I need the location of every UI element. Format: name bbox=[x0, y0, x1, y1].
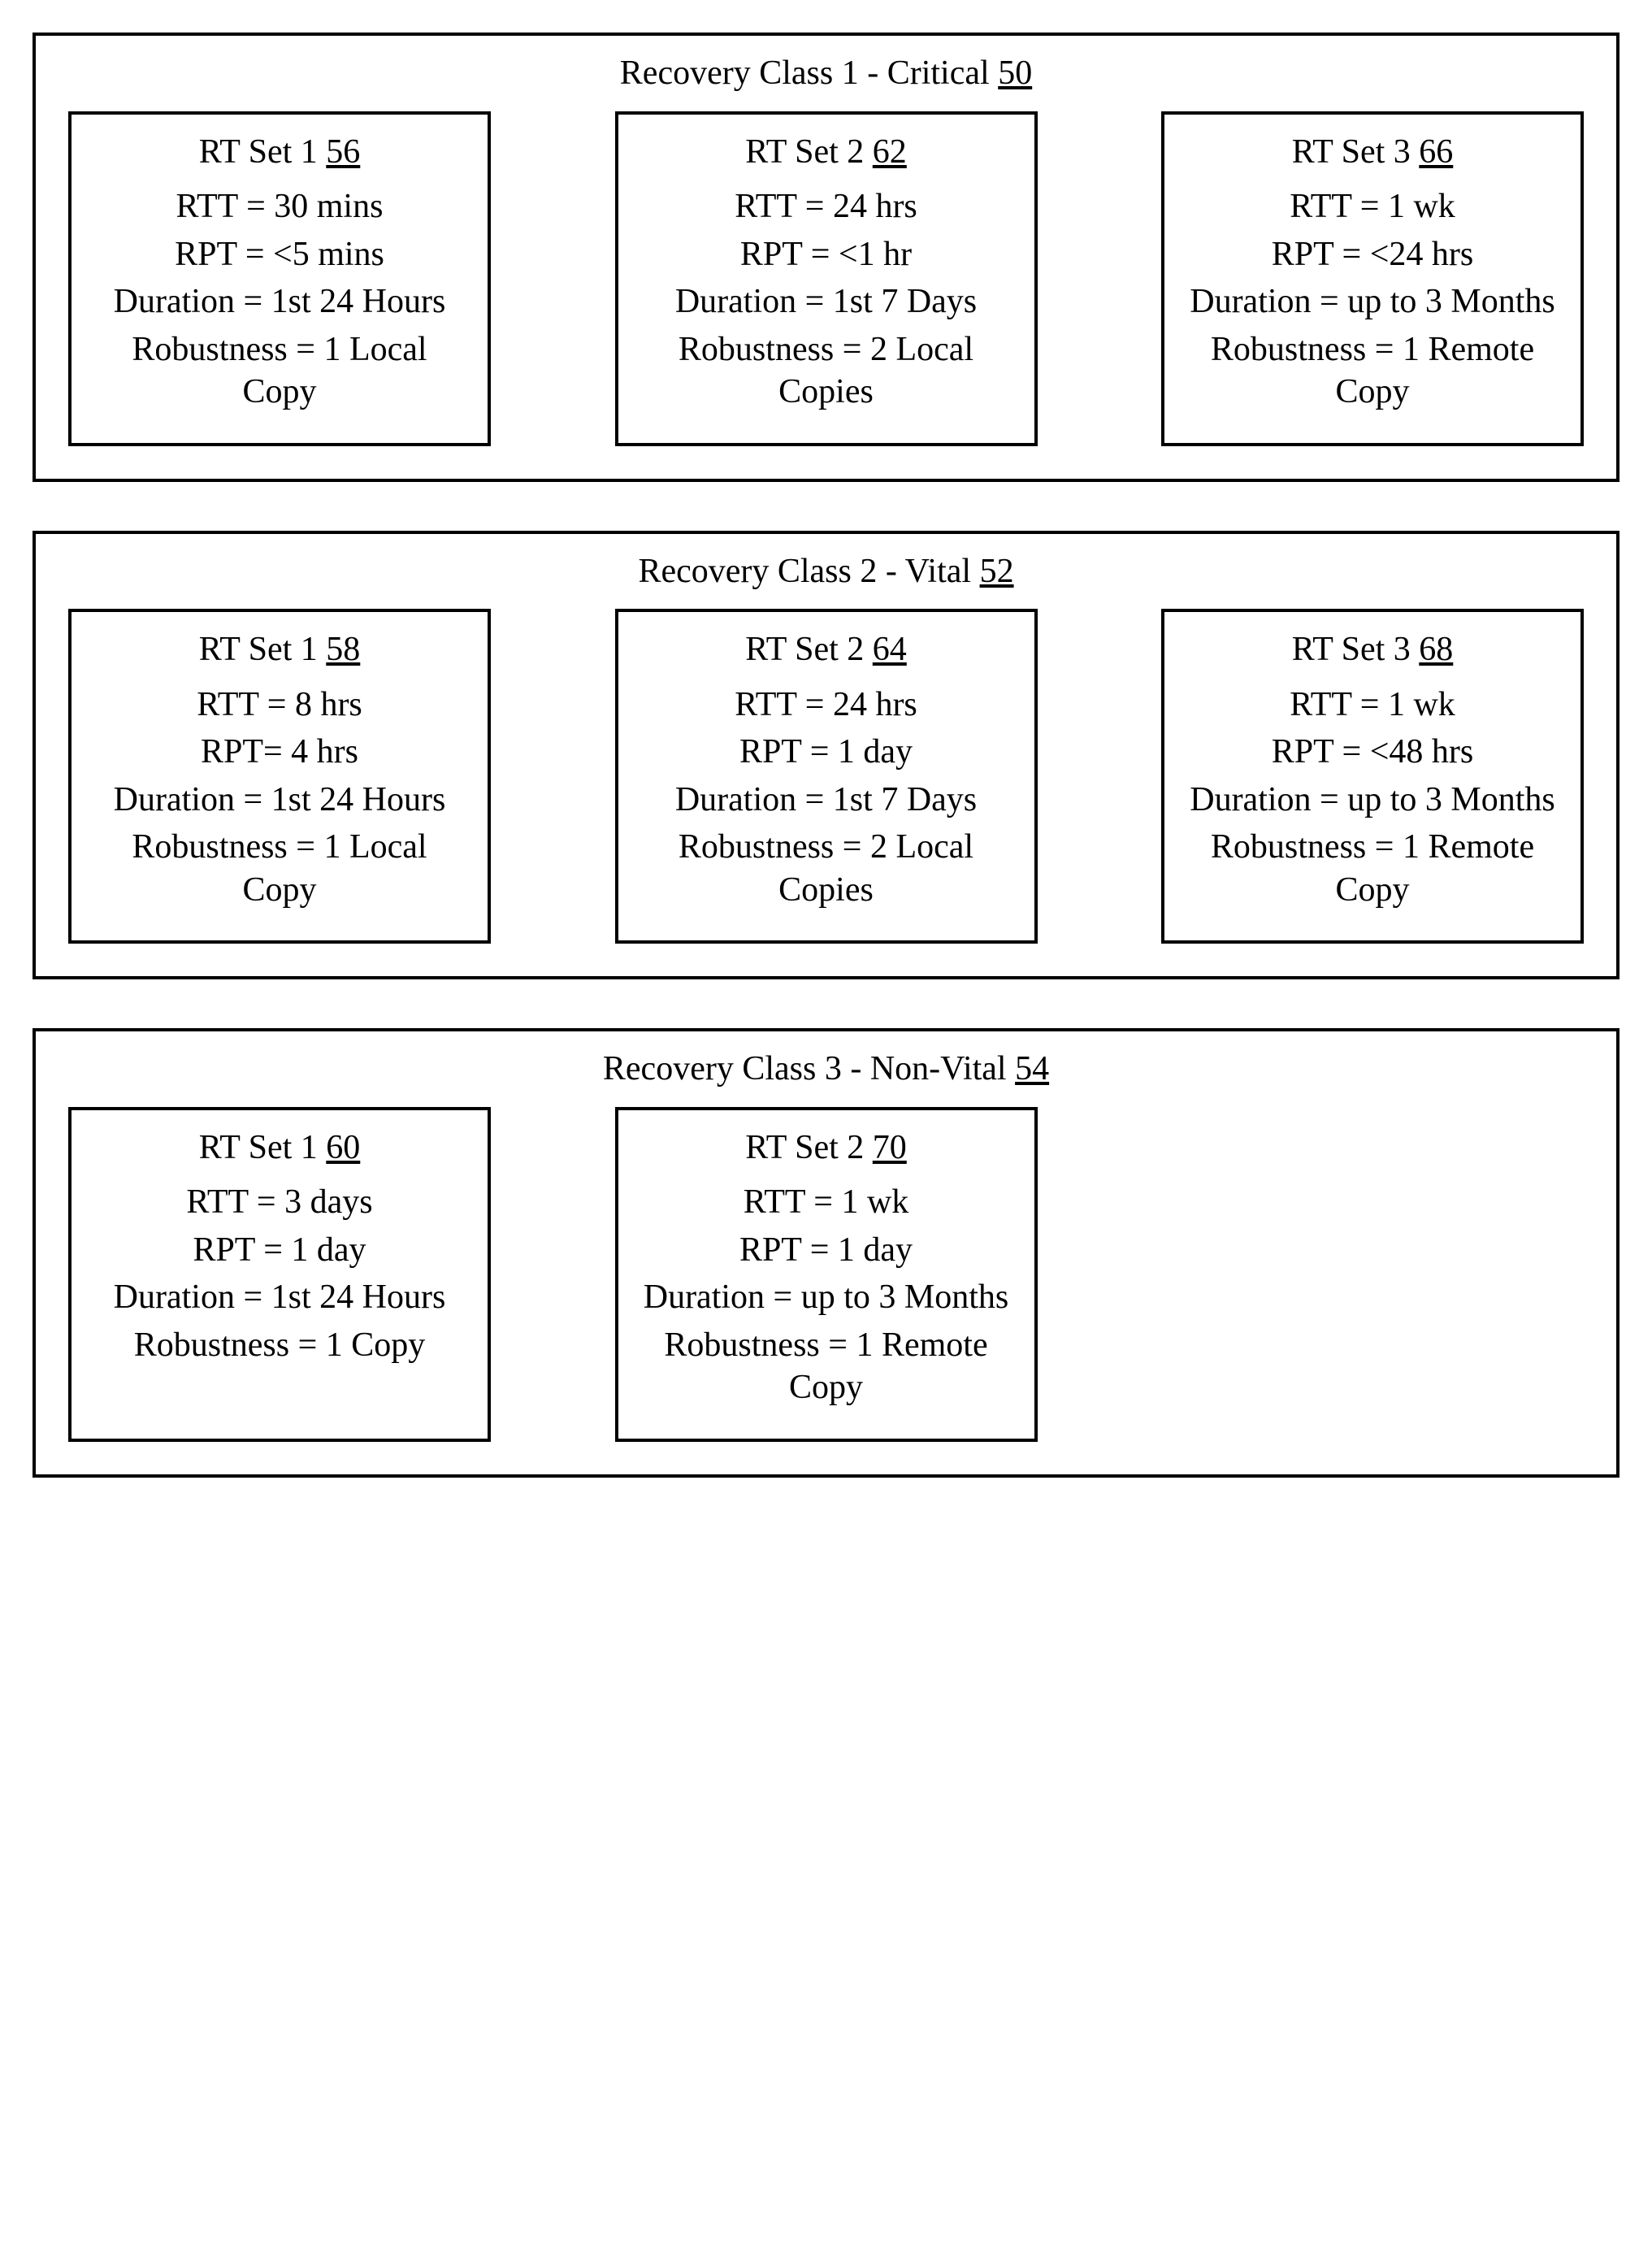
set-title-text: RT Set 2 bbox=[745, 631, 873, 668]
rtt-value: RTT = 24 hrs bbox=[643, 185, 1010, 228]
rtt-value: RTT = 1 wk bbox=[643, 1181, 1010, 1224]
set-title-text: RT Set 1 bbox=[199, 133, 327, 171]
set-title: RT Set 2 70 bbox=[643, 1126, 1010, 1170]
recovery-class-3: Recovery Class 3 - Non-Vital 54 RT Set 1… bbox=[33, 1028, 1619, 1478]
set-title-ref: 56 bbox=[326, 133, 360, 171]
class-title-ref: 52 bbox=[980, 553, 1014, 590]
robustness-value: Robustness = 1 Local Copy bbox=[96, 826, 463, 911]
empty-slot bbox=[1161, 1107, 1584, 1442]
set-title-ref: 64 bbox=[873, 631, 907, 668]
duration-value: Duration = 1st 24 Hours bbox=[96, 1276, 463, 1319]
robustness-value: Robustness = 1 Remote Copy bbox=[643, 1324, 1010, 1409]
class-title-ref: 50 bbox=[998, 54, 1032, 92]
class-title-text: Recovery Class 3 - Non-Vital bbox=[603, 1050, 1015, 1087]
robustness-value: Robustness = 2 Local Copies bbox=[643, 328, 1010, 414]
rpt-value: RPT = <48 hrs bbox=[1189, 731, 1556, 774]
set-title: RT Set 1 56 bbox=[96, 131, 463, 174]
set-title-ref: 60 bbox=[326, 1129, 360, 1166]
duration-value: Duration = up to 3 Months bbox=[643, 1276, 1010, 1319]
set-title-ref: 58 bbox=[326, 631, 360, 668]
rtt-value: RTT = 8 hrs bbox=[96, 684, 463, 727]
set-title-text: RT Set 3 bbox=[1292, 133, 1420, 171]
class-title-text: Recovery Class 2 - Vital bbox=[638, 553, 979, 590]
set-title-text: RT Set 2 bbox=[745, 133, 873, 171]
rtt-value: RTT = 1 wk bbox=[1189, 684, 1556, 727]
duration-value: Duration = 1st 7 Days bbox=[643, 779, 1010, 822]
rt-set-2-64: RT Set 2 64 RTT = 24 hrs RPT = 1 day Dur… bbox=[615, 609, 1038, 944]
robustness-value: Robustness = 1 Local Copy bbox=[96, 328, 463, 414]
rt-set-2-70: RT Set 2 70 RTT = 1 wk RPT = 1 day Durat… bbox=[615, 1107, 1038, 1442]
duration-value: Duration = 1st 7 Days bbox=[643, 280, 1010, 323]
set-title: RT Set 2 62 bbox=[643, 131, 1010, 174]
duration-value: Duration = 1st 24 Hours bbox=[96, 779, 463, 822]
set-title-text: RT Set 1 bbox=[199, 631, 327, 668]
recovery-class-2-sets: RT Set 1 58 RTT = 8 hrs RPT= 4 hrs Durat… bbox=[68, 609, 1584, 944]
set-title-ref: 70 bbox=[873, 1129, 907, 1166]
rt-set-3-68: RT Set 3 68 RTT = 1 wk RPT = <48 hrs Dur… bbox=[1161, 609, 1584, 944]
set-title-ref: 62 bbox=[873, 133, 907, 171]
rpt-value: RPT= 4 hrs bbox=[96, 731, 463, 774]
set-title: RT Set 1 58 bbox=[96, 628, 463, 671]
set-title: RT Set 3 66 bbox=[1189, 131, 1556, 174]
duration-value: Duration = up to 3 Months bbox=[1189, 280, 1556, 323]
class-title-ref: 54 bbox=[1015, 1050, 1049, 1087]
robustness-value: Robustness = 1 Remote Copy bbox=[1189, 826, 1556, 911]
rt-set-3-66: RT Set 3 66 RTT = 1 wk RPT = <24 hrs Dur… bbox=[1161, 111, 1584, 446]
rpt-value: RPT = <1 hr bbox=[643, 233, 1010, 276]
set-title: RT Set 2 64 bbox=[643, 628, 1010, 671]
rt-set-1-58: RT Set 1 58 RTT = 8 hrs RPT= 4 hrs Durat… bbox=[68, 609, 491, 944]
recovery-class-3-title: Recovery Class 3 - Non-Vital 54 bbox=[68, 1048, 1584, 1091]
duration-value: Duration = up to 3 Months bbox=[1189, 779, 1556, 822]
rpt-value: RPT = <24 hrs bbox=[1189, 233, 1556, 276]
rt-set-2-62: RT Set 2 62 RTT = 24 hrs RPT = <1 hr Dur… bbox=[615, 111, 1038, 446]
recovery-class-1: Recovery Class 1 - Critical 50 RT Set 1 … bbox=[33, 33, 1619, 482]
recovery-class-2: Recovery Class 2 - Vital 52 RT Set 1 58 … bbox=[33, 531, 1619, 980]
recovery-class-1-title: Recovery Class 1 - Critical 50 bbox=[68, 52, 1584, 95]
set-title-text: RT Set 1 bbox=[199, 1129, 327, 1166]
set-title-ref: 66 bbox=[1419, 133, 1453, 171]
robustness-value: Robustness = 1 Remote Copy bbox=[1189, 328, 1556, 414]
rtt-value: RTT = 30 mins bbox=[96, 185, 463, 228]
set-title-text: RT Set 3 bbox=[1292, 631, 1420, 668]
robustness-value: Robustness = 2 Local Copies bbox=[643, 826, 1010, 911]
recovery-class-1-sets: RT Set 1 56 RTT = 30 mins RPT = <5 mins … bbox=[68, 111, 1584, 446]
robustness-value: Robustness = 1 Copy bbox=[96, 1324, 463, 1367]
rtt-value: RTT = 1 wk bbox=[1189, 185, 1556, 228]
recovery-class-3-sets: RT Set 1 60 RTT = 3 days RPT = 1 day Dur… bbox=[68, 1107, 1584, 1442]
set-title: RT Set 1 60 bbox=[96, 1126, 463, 1170]
rt-set-1-56: RT Set 1 56 RTT = 30 mins RPT = <5 mins … bbox=[68, 111, 491, 446]
duration-value: Duration = 1st 24 Hours bbox=[96, 280, 463, 323]
rpt-value: RPT = <5 mins bbox=[96, 233, 463, 276]
rt-set-1-60: RT Set 1 60 RTT = 3 days RPT = 1 day Dur… bbox=[68, 1107, 491, 1442]
set-title: RT Set 3 68 bbox=[1189, 628, 1556, 671]
rtt-value: RTT = 3 days bbox=[96, 1181, 463, 1224]
rtt-value: RTT = 24 hrs bbox=[643, 684, 1010, 727]
set-title-ref: 68 bbox=[1419, 631, 1453, 668]
class-title-text: Recovery Class 1 - Critical bbox=[620, 54, 998, 92]
rpt-value: RPT = 1 day bbox=[96, 1229, 463, 1272]
set-title-text: RT Set 2 bbox=[745, 1129, 873, 1166]
recovery-class-2-title: Recovery Class 2 - Vital 52 bbox=[68, 550, 1584, 593]
rpt-value: RPT = 1 day bbox=[643, 731, 1010, 774]
rpt-value: RPT = 1 day bbox=[643, 1229, 1010, 1272]
